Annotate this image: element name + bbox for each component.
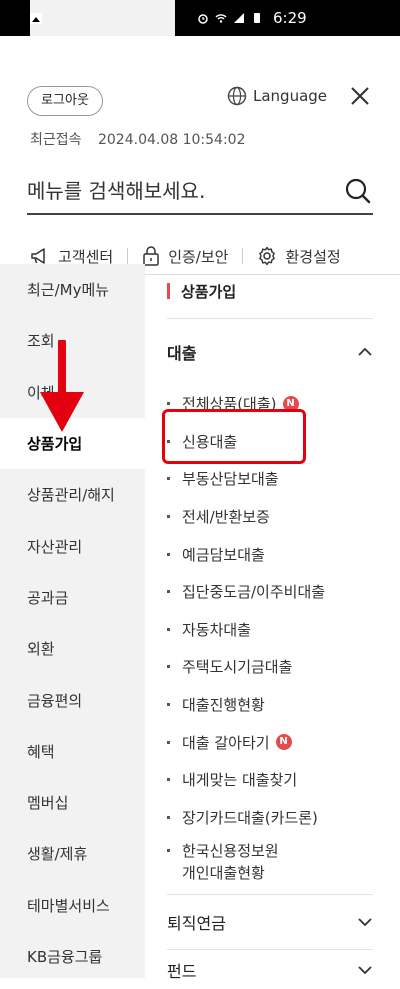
lock-icon	[143, 246, 159, 266]
submenu-item-label: 장기카드대출(카드론)	[182, 808, 318, 827]
submenu-panel: 상품가입 대출 전체상품(대출) N 신용대출 부동산담보대출 전세/반환보증	[145, 264, 400, 981]
submenu-item-label-line2: 개인대출현황	[182, 864, 265, 883]
submenu-item-housing-fund[interactable]: 주택도시기금대출	[167, 648, 400, 686]
sidebar-item-product-management[interactable]: 상품관리/해지	[0, 469, 145, 520]
bullet-icon	[167, 477, 170, 481]
logout-button[interactable]: 로그아웃	[27, 86, 103, 116]
sidebar-item-inquiry[interactable]: 조회	[0, 315, 145, 366]
bullet-icon	[167, 665, 170, 669]
globe-icon	[227, 86, 247, 106]
pension-group-title: 퇴직연금	[167, 914, 226, 934]
sidebar-item-financial-convenience[interactable]: 금융편의	[0, 674, 145, 725]
sidebar-item-foreign-exchange[interactable]: 외환	[0, 623, 145, 674]
section-title: 상품가입	[167, 264, 373, 319]
sidebar-item-products[interactable]: 상품가입	[0, 417, 145, 470]
gear-icon	[259, 246, 276, 266]
sidebar-item-recent[interactable]: 최근/My메뉴	[0, 264, 145, 315]
submenu-item-label: 예금담보대출	[182, 545, 265, 564]
submenu-item-card-loan[interactable]: 장기카드대출(카드론)	[167, 799, 400, 837]
bullet-icon	[167, 515, 170, 519]
loan-group-header[interactable]: 대출	[167, 319, 373, 385]
fund-group-header[interactable]: 펀드	[167, 949, 373, 989]
submenu-item-label: 내게맞는 대출찾기	[182, 771, 298, 790]
last-login-label: 최근접속	[30, 132, 82, 148]
sidebar-item-membership[interactable]: 멤버십	[0, 777, 145, 828]
alarm-icon	[198, 14, 208, 24]
divider	[242, 248, 244, 264]
pension-group-header[interactable]: 퇴직연금	[167, 894, 373, 949]
language-button[interactable]: Language	[227, 86, 327, 106]
submenu-item-car-loan[interactable]: 자동차대출	[167, 611, 400, 649]
submenu-item-jeonse[interactable]: 전세/반환보증	[167, 498, 400, 536]
submenu-item-label: 주택도시기금대출	[182, 658, 293, 677]
submenu-item-label: 전체상품(대출)	[182, 395, 277, 414]
search-input[interactable]	[27, 179, 345, 203]
bullet-icon	[167, 849, 170, 853]
submenu-item-label: 자동차대출	[182, 620, 252, 639]
divider	[127, 248, 129, 264]
bullet-icon	[167, 402, 170, 406]
search-icon[interactable]	[345, 178, 371, 204]
language-label: Language	[253, 87, 328, 105]
submenu-item-label: 부동산담보대출	[182, 470, 279, 489]
bullet-icon	[167, 740, 170, 744]
sidebar-item-theme-services[interactable]: 테마별서비스	[0, 880, 145, 931]
category-sidebar: 최근/My메뉴 조회 이체 상품가입 상품관리/해지 자산관리 공과금 외환 금…	[0, 264, 145, 978]
submenu-item-loan-status[interactable]: 대출진행현황	[167, 686, 400, 724]
bullet-icon	[167, 778, 170, 782]
status-time: 6:29	[273, 9, 307, 27]
last-login: 최근접속 2024.04.08 10:54:02	[30, 129, 245, 149]
submenu-item-real-estate-loan[interactable]: 부동산담보대출	[167, 460, 400, 498]
new-badge: N	[275, 734, 292, 751]
loan-group-title: 대출	[167, 344, 197, 363]
bullet-icon	[167, 590, 170, 594]
new-badge: N	[282, 395, 299, 412]
submenu-item-all-loans[interactable]: 전체상품(대출) N	[167, 385, 400, 423]
section-title-text: 상품가입	[181, 282, 237, 301]
signal-icon	[234, 13, 244, 23]
sidebar-item-utilities[interactable]: 공과금	[0, 572, 145, 623]
accent-bar	[167, 283, 170, 299]
bullet-icon	[167, 703, 170, 707]
last-login-value: 2024.04.08 10:54:02	[97, 132, 246, 148]
submenu-item-label: 신용대출	[182, 432, 238, 451]
sidebar-item-transfer[interactable]: 이체	[0, 367, 145, 418]
bullet-icon	[167, 815, 170, 819]
fund-group-title: 펀드	[167, 961, 197, 981]
submenu-item-credit-info[interactable]: 한국신용정보원 개인대출현황	[167, 836, 400, 894]
chevron-up-icon	[358, 347, 372, 356]
bullet-icon	[167, 627, 170, 631]
submenu-item-loan-switch[interactable]: 대출 갈아타기 N	[167, 723, 400, 761]
submenu-item-deposit-loan[interactable]: 예금담보대출	[167, 535, 400, 573]
sidebar-item-life-partnership[interactable]: 생활/제휴	[0, 828, 145, 879]
chevron-down-icon	[358, 965, 372, 974]
chevron-down-icon	[358, 918, 372, 927]
submenu-item-label: 전세/반환보증	[182, 508, 270, 527]
submenu-item-label: 대출진행현황	[182, 696, 265, 715]
close-icon[interactable]	[350, 86, 370, 106]
bullet-icon	[167, 552, 170, 556]
sidebar-item-benefits[interactable]: 혜택	[0, 726, 145, 777]
submenu-item-group-loan[interactable]: 집단중도금/이주비대출	[167, 573, 400, 611]
menu-body: 최근/My메뉴 조회 이체 상품가입 상품관리/해지 자산관리 공과금 외환 금…	[0, 264, 400, 981]
sidebar-item-asset-management[interactable]: 자산관리	[0, 520, 145, 571]
submenu-item-credit-loan[interactable]: 신용대출	[167, 423, 400, 461]
submenu-item-label: 대출 갈아타기	[182, 733, 270, 752]
submenu-item-label-line1: 한국신용정보원	[182, 842, 279, 861]
megaphone-icon	[31, 248, 45, 264]
gallery-icon	[30, 12, 42, 24]
wifi-icon	[215, 14, 227, 23]
search-bar	[27, 169, 373, 215]
submenu-item-loan-finder[interactable]: 내게맞는 대출찾기	[167, 761, 400, 799]
menu-header: 로그아웃 Language 최근접속 2024.04.08 10:54:02 고…	[0, 36, 400, 275]
sidebar-item-kb-group[interactable]: KB금융그룹	[0, 931, 145, 982]
submenu-item-label: 한국신용정보원 개인대출현황	[182, 840, 279, 884]
submenu-item-label: 집단중도금/이주비대출	[182, 583, 326, 602]
status-bar: 6:29	[0, 0, 400, 36]
battery-icon	[254, 13, 260, 23]
bullet-icon	[167, 439, 170, 443]
